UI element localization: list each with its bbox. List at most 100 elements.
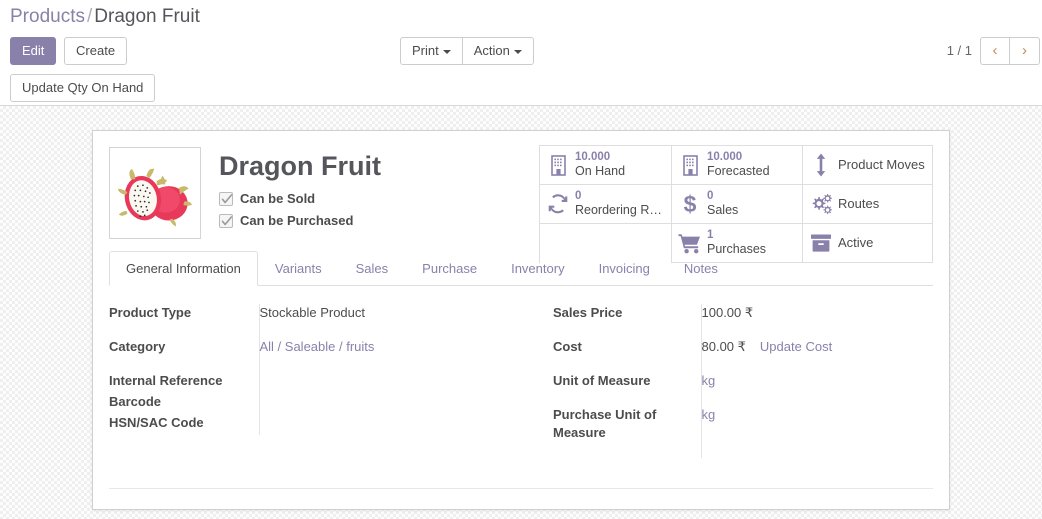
cost-label: Cost — [553, 339, 582, 354]
stat-label: Reordering R… — [575, 203, 662, 217]
purchase-unit-of-measure-value[interactable]: kg — [702, 407, 716, 422]
stat-column-1: 10.000 On Hand 0 Reordering R… — [539, 145, 671, 263]
print-dropdown-button[interactable]: Print — [400, 37, 463, 65]
stat-text: 1 Purchases — [707, 229, 766, 257]
tab-purchase[interactable]: Purchase — [405, 251, 494, 286]
hsn-sac-code-value[interactable] — [258, 414, 507, 435]
update-cost-link[interactable]: Update Cost — [760, 339, 832, 354]
title-texts: Dragon Fruit Can be Sold Can be Purchase… — [201, 147, 381, 235]
purchase-unit-of-measure-value-cell: kg — [700, 406, 919, 458]
field-row-cost: Cost 80.00 ₹ Update Cost — [553, 338, 919, 372]
can-be-sold-label: Can be Sold — [240, 191, 316, 206]
arrows-v-icon — [809, 153, 833, 177]
breadcrumb-products-link[interactable]: Products — [10, 6, 85, 27]
cogs-icon — [809, 192, 833, 216]
category-value-cell: All / Saleable / fruits — [258, 338, 507, 372]
dragon-fruit-photo — [112, 150, 198, 236]
stat-button-forecasted[interactable]: 10.000 Forecasted — [672, 146, 802, 185]
category-label: Category — [109, 339, 166, 354]
field-row-hsn-sac-code: HSN/SAC Code — [109, 414, 507, 435]
stat-column-2: 10.000 Forecasted $ 0 Sales 1 Purchases — [671, 145, 802, 263]
building-icon — [678, 153, 702, 177]
barcode-value[interactable] — [258, 393, 507, 414]
stat-label: Sales — [707, 203, 739, 217]
building-icon — [546, 153, 570, 177]
tab-sales[interactable]: Sales — [339, 251, 406, 286]
svg-text:$: $ — [684, 192, 697, 216]
stat-value: 10.000 — [575, 151, 611, 163]
product-type-value[interactable]: Stockable Product — [258, 304, 507, 338]
aux-buttons-row: Update Qty On Hand — [0, 68, 1042, 110]
update-qty-on-hand-button[interactable]: Update Qty On Hand — [10, 74, 156, 102]
hsn-sac-code-label: HSN/SAC Code — [109, 415, 204, 430]
stat-text: Product Moves — [838, 157, 925, 173]
breadcrumb: Products / Dragon Fruit — [0, 0, 1042, 32]
shopping-cart-icon — [678, 231, 702, 255]
breadcrumb-separator: / — [86, 6, 93, 27]
stat-label: Product Moves — [838, 157, 925, 172]
product-type-label: Product Type — [109, 305, 192, 320]
stat-button-routes[interactable]: Routes — [803, 185, 932, 224]
pager-previous-button[interactable]: ‹ — [980, 37, 1010, 65]
product-form-sheet: 10.000 On Hand 0 Reordering R… 10.000 Fo… — [92, 130, 950, 510]
category-value[interactable]: All / Saleable / fruits — [260, 339, 375, 354]
edit-button[interactable]: Edit — [10, 37, 57, 65]
stat-value: 10.000 — [707, 151, 743, 163]
form-column-left: Product Type Stockable Product Category … — [109, 304, 521, 458]
stat-text: 0 Sales — [707, 190, 738, 218]
unit-of-measure-label: Unit of Measure — [553, 373, 651, 388]
unit-of-measure-value[interactable]: kg — [702, 373, 716, 388]
archive-box-icon — [809, 231, 833, 255]
stat-button-sales[interactable]: $ 0 Sales — [672, 185, 802, 224]
check-icon — [221, 215, 233, 225]
cost-value[interactable]: 80.00 ₹ — [702, 339, 746, 354]
notebook: General Information Variants Sales Purch… — [109, 251, 933, 458]
create-button[interactable]: Create — [64, 37, 128, 65]
can-be-sold-checkbox[interactable] — [219, 191, 233, 206]
stat-column-3: Product Moves Routes Active — [802, 145, 933, 263]
page-title: Dragon Fruit — [219, 151, 381, 181]
pager-next-button[interactable]: › — [1010, 37, 1040, 65]
action-dropdown-button[interactable]: Action — [462, 37, 534, 65]
can-be-purchased-checkbox[interactable] — [219, 213, 233, 228]
stat-button-purchases[interactable]: 1 Purchases — [672, 224, 802, 263]
stat-button-active[interactable]: Active — [803, 224, 932, 263]
stat-text: 0 Reordering R… — [575, 190, 662, 218]
can-be-purchased-row: Can be Purchased — [219, 213, 381, 228]
internal-reference-label: Internal Reference — [109, 373, 223, 388]
sales-price-value[interactable]: 100.00 ₹ — [700, 304, 919, 338]
stat-text: 10.000 On Hand — [575, 151, 625, 179]
stat-text: Routes — [838, 196, 879, 212]
chevron-down-icon — [513, 49, 522, 54]
tab-variants[interactable]: Variants — [258, 251, 339, 286]
stat-button-reordering-rules[interactable]: 0 Reordering R… — [540, 185, 671, 224]
internal-reference-value[interactable] — [258, 372, 507, 393]
tab-general-information[interactable]: General Information — [109, 251, 258, 286]
dropdown-button-group: Print Action — [400, 37, 534, 65]
field-row-purchase-unit-of-measure: Purchase Unit of Measure kg — [553, 406, 919, 458]
sheet-background: 10.000 On Hand 0 Reordering R… 10.000 Fo… — [0, 106, 1042, 519]
stat-button-on-hand[interactable]: 10.000 On Hand — [540, 146, 671, 185]
stat-button-product-moves[interactable]: Product Moves — [803, 146, 932, 185]
field-row-barcode: Barcode — [109, 393, 507, 414]
stat-text: Active — [838, 235, 873, 251]
form-column-right: Sales Price 100.00 ₹ Cost 80.00 ₹ Update … — [521, 304, 933, 458]
can-be-purchased-label: Can be Purchased — [240, 213, 354, 228]
chevron-down-icon — [442, 49, 451, 54]
purchase-unit-of-measure-label: Purchase Unit of Measure — [553, 407, 657, 440]
barcode-label: Barcode — [109, 394, 162, 409]
stat-cell-empty — [540, 224, 671, 263]
stat-button-box: 10.000 On Hand 0 Reordering R… 10.000 Fo… — [539, 145, 933, 263]
stat-label: Forecasted — [707, 164, 770, 178]
check-icon — [221, 193, 233, 203]
product-image[interactable] — [109, 147, 201, 239]
field-row-sales-price: Sales Price 100.00 ₹ — [553, 304, 919, 338]
unit-of-measure-value-cell: kg — [700, 372, 919, 406]
breadcrumb-current: Dragon Fruit — [94, 6, 200, 27]
stat-label: Routes — [838, 196, 880, 211]
general-information-panel: Product Type Stockable Product Category … — [109, 286, 933, 458]
buttons-row: Edit Create Print Action 1 / 1 ‹ › — [0, 32, 1042, 68]
stat-value: 0 — [707, 190, 714, 202]
can-be-sold-row: Can be Sold — [219, 191, 381, 206]
print-label: Print — [412, 43, 439, 58]
